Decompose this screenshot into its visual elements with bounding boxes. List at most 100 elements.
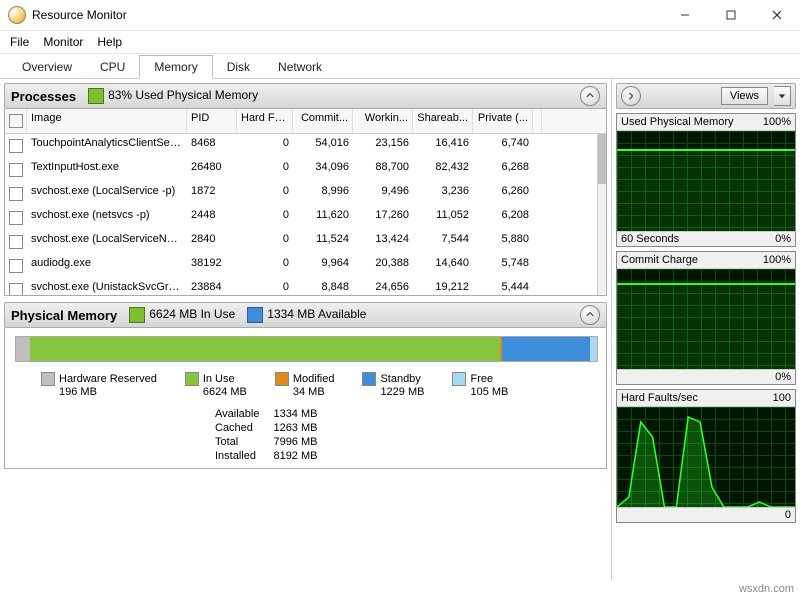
cell-pid: 38192 [187,254,237,278]
cell-hardfaults: 0 [237,158,293,182]
cell-commit: 8,996 [293,182,353,206]
minimize-button[interactable] [662,0,708,30]
row-checkbox[interactable] [9,259,23,273]
cell-private: 6,208 [473,206,533,230]
header-checkbox[interactable] [9,114,23,128]
cell-hardfaults: 0 [237,254,293,278]
table-row[interactable]: TextInputHost.exe26480034,09688,70082,43… [5,158,606,182]
cell-private: 6,260 [473,182,533,206]
views-dropdown-button[interactable] [774,86,791,106]
stat-total-label: Total [215,436,259,448]
cell-private: 6,740 [473,134,533,158]
window-title: Resource Monitor [32,8,127,22]
cell-image: TouchpointAnalyticsClientServic... [27,134,187,158]
chart-used-max: 100% [763,116,791,128]
cell-image: TextInputHost.exe [27,158,187,182]
cell-hardfaults: 0 [237,230,293,254]
legend-free: Free 105 MB [452,372,508,398]
tab-cpu[interactable]: CPU [86,56,139,78]
cell-shareable: 19,212 [413,278,473,295]
menu-file[interactable]: File [10,35,29,49]
used-physmem-chip: 83% Used Physical Memory [88,88,258,104]
table-row[interactable]: svchost.exe (netsvcs -p)2448011,62017,26… [5,206,606,230]
collapse-processes-button[interactable] [580,86,600,106]
app-icon [8,6,26,24]
col-private[interactable]: Private (... [473,109,533,133]
cell-hardfaults: 0 [237,134,293,158]
menu-monitor[interactable]: Monitor [43,35,83,49]
views-button[interactable]: Views [721,87,768,105]
cell-working: 23,156 [353,134,413,158]
cell-private: 5,444 [473,278,533,295]
cell-shareable: 3,236 [413,182,473,206]
cell-private: 5,748 [473,254,533,278]
cell-shareable: 14,640 [413,254,473,278]
stat-cached-label: Cached [215,422,259,434]
stat-cached-value: 1263 MB [273,422,317,434]
cell-working: 17,260 [353,206,413,230]
cell-private: 6,268 [473,158,533,182]
table-scrollbar-thumb[interactable] [598,134,606,184]
cell-working: 13,424 [353,230,413,254]
legend-standby: Standby 1229 MB [362,372,424,398]
cell-image: svchost.exe (LocalService -p) [27,182,187,206]
section-title-processes: Processes [11,89,76,104]
row-checkbox[interactable] [9,235,23,249]
col-shareable[interactable]: Shareab... [413,109,473,133]
cell-image: svchost.exe (UnistackSvcGroup) [27,278,187,295]
cell-commit: 34,096 [293,158,353,182]
cell-commit: 8,848 [293,278,353,295]
legend-modified: Modified 34 MB [275,372,335,398]
watermark: wsxdn.com [739,583,794,595]
chart-used-physmem: Used Physical Memory 100% 60 Seconds 0% [616,113,796,247]
cell-hardfaults: 0 [237,206,293,230]
stat-total-value: 7996 MB [273,436,317,448]
col-working[interactable]: Workin... [353,109,413,133]
tab-overview[interactable]: Overview [8,56,86,78]
row-checkbox[interactable] [9,283,23,295]
stat-installed-value: 8192 MB [273,450,317,462]
chart-commit-min: 0% [775,371,791,383]
used-physmem-label: 83% Used Physical Memory [108,88,258,102]
row-checkbox[interactable] [9,163,23,177]
cell-working: 9,496 [353,182,413,206]
table-scrollbar-track[interactable] [597,134,606,295]
cell-private: 5,880 [473,230,533,254]
row-checkbox[interactable] [9,139,23,153]
table-row[interactable]: svchost.exe (LocalServiceNoNet...2840011… [5,230,606,254]
cell-working: 24,656 [353,278,413,295]
cell-shareable: 11,052 [413,206,473,230]
legend-inuse: In Use 6624 MB [185,372,247,398]
cell-pid: 23884 [187,278,237,295]
table-row[interactable]: TouchpointAnalyticsClientServic...846805… [5,134,606,158]
col-hardfaults[interactable]: Hard Fa... [237,109,293,133]
physmem-avail-label: 1334 MB Available [267,307,366,321]
cell-commit: 11,620 [293,206,353,230]
maximize-button[interactable] [708,0,754,30]
table-row[interactable]: audiodg.exe3819209,96420,38814,6405,748 [5,254,606,278]
row-checkbox[interactable] [9,187,23,201]
col-commit[interactable]: Commit... [293,109,353,133]
menu-help[interactable]: Help [97,35,122,49]
cell-pid: 8468 [187,134,237,158]
cell-pid: 26480 [187,158,237,182]
tab-network[interactable]: Network [264,56,336,78]
col-image[interactable]: Image [27,109,187,133]
tab-disk[interactable]: Disk [213,56,264,78]
tab-memory[interactable]: Memory [139,55,212,79]
cell-working: 88,700 [353,158,413,182]
collapse-physmem-button[interactable] [580,305,600,325]
cell-pid: 2840 [187,230,237,254]
cell-image: svchost.exe (netsvcs -p) [27,206,187,230]
chart-commit-charge: Commit Charge 100% 0% [616,251,796,385]
cell-image: svchost.exe (LocalServiceNoNet... [27,230,187,254]
expand-charts-button[interactable] [621,86,641,106]
col-pid[interactable]: PID [187,109,237,133]
row-checkbox[interactable] [9,211,23,225]
close-button[interactable] [754,0,800,30]
cell-working: 20,388 [353,254,413,278]
chart-used-xlabel: 60 Seconds [621,233,679,245]
cell-hardfaults: 0 [237,182,293,206]
table-row[interactable]: svchost.exe (UnistackSvcGroup)2388408,84… [5,278,606,295]
table-row[interactable]: svchost.exe (LocalService -p)187208,9969… [5,182,606,206]
